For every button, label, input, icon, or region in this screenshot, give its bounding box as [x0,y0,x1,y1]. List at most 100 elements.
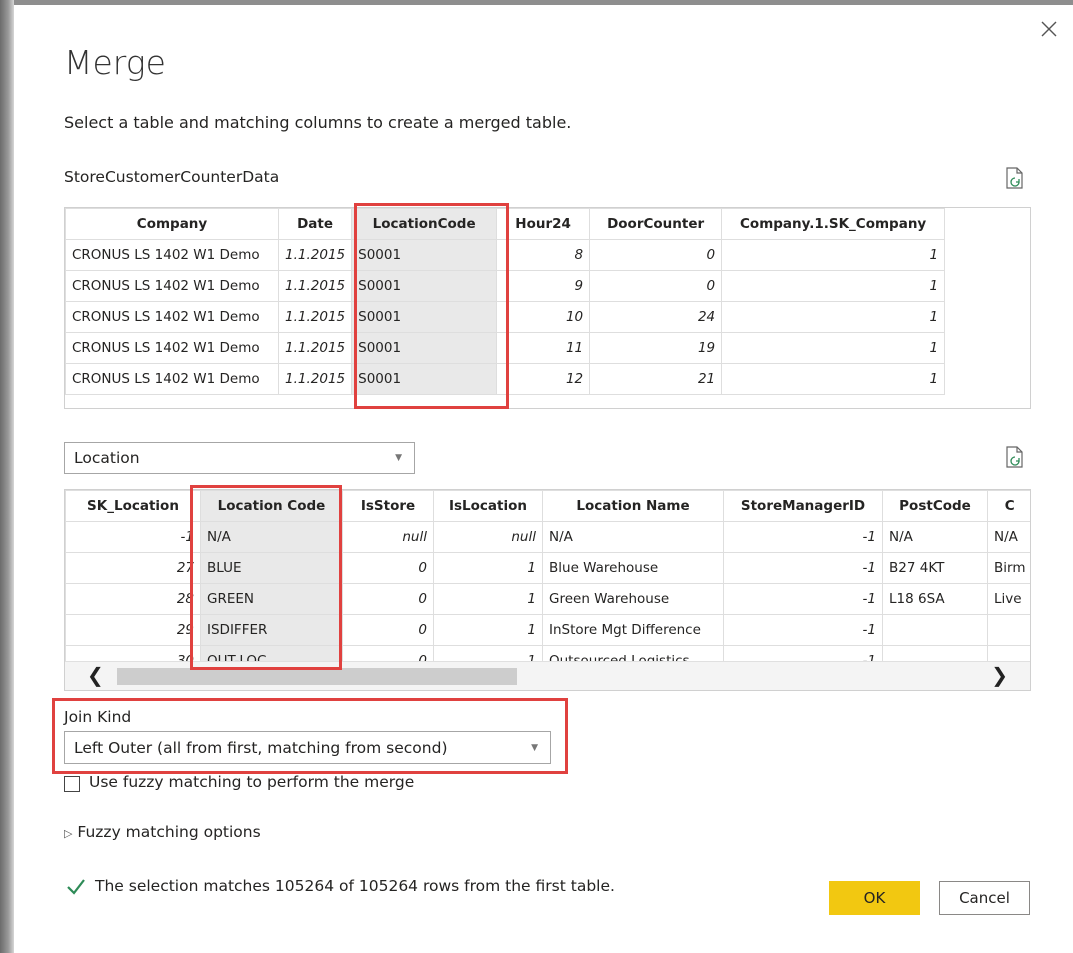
table-cell: 30 [65,645,201,662]
close-icon[interactable] [1039,19,1059,39]
expand-triangle-icon: ▷ [64,827,73,840]
join-kind-label: Join Kind [64,708,132,726]
join-kind-value: Left Outer (all from first, matching fro… [74,738,448,757]
second-table-header-location-name[interactable]: Location Name [542,490,724,522]
second-table-header-postcode[interactable]: PostCode [882,490,988,522]
table-cell: -1 [723,645,883,662]
table-cell: 1 [433,583,543,615]
match-status-text: The selection matches 105264 of 105264 r… [95,877,615,895]
second-table-dropdown[interactable]: Location ▼ [64,442,415,474]
dialog-title: Merge [64,43,166,82]
scroll-left-icon[interactable]: ❮ [87,663,104,687]
first-table: Company Date LocationCode Hour24 DoorCounter… [65,208,946,395]
table-cell: GREEN [200,583,343,615]
table-row: 29 ISDIFFER 0 1 InStore Mgt Difference -1 [65,614,1030,646]
table-cell: 0 [342,614,434,646]
table-cell: 1 [721,239,946,271]
table-cell: 0 [589,270,723,302]
table-cell: 19 [589,332,723,364]
table-cell: 9 [496,270,591,302]
table-cell: 8 [496,239,591,271]
table-cell: Outsourced Logistics [542,645,724,662]
second-table-dropdown-value: Location [74,449,140,467]
second-table-header-sk-location[interactable]: SK_Location [65,490,201,522]
second-table-header-storemanagerid[interactable]: StoreManagerID [723,490,883,522]
join-kind-dropdown[interactable]: Left Outer (all from first, matching fro… [64,731,551,764]
table-cell: 10 [496,301,591,333]
table-cell: Blue Warehouse [542,552,724,584]
table-cell: S0001 [351,332,498,364]
scroll-right-icon[interactable]: ❯ [991,663,1008,687]
horizontal-scrollbar[interactable]: ❮ ❯ [65,661,1030,690]
table-cell: 1.1.2015 [277,332,353,364]
table-cell: InStore Mgt Difference [542,614,724,646]
table-cell: 1 [721,301,946,333]
first-table-header-date[interactable]: Date [277,208,353,240]
table-row: CRONUS LS 1402 W1 Demo 1.1.2015 S0001 8 0 1 [65,239,946,271]
scrollbar-thumb[interactable] [117,668,517,685]
table-cell: 1.1.2015 [277,363,353,395]
table-cell: CRONUS LS 1402 W1 Demo [65,270,279,302]
table-cell: Green Warehouse [542,583,724,615]
table-cell: N/A [200,521,343,553]
first-table-name: StoreCustomerCounterData [64,168,280,186]
window-left-edge [0,0,14,953]
table-cell: -1 [723,521,883,553]
chevron-down-icon: ▼ [531,742,538,753]
table-cell [986,614,1030,646]
first-table-header-hour24[interactable]: Hour24 [496,208,591,240]
table-cell: Birm [986,552,1030,584]
first-table-header-locationcode[interactable]: LocationCode [351,208,498,240]
table-cell: N/A [542,521,724,553]
table-cell: 1.1.2015 [277,270,353,302]
table-cell: CRONUS LS 1402 W1 Demo [65,363,279,395]
table-cell: 27 [65,552,201,584]
table-row: CRONUS LS 1402 W1 Demo 1.1.2015 S0001 11 19 1 [65,332,946,364]
second-table-header-isstore[interactable]: IsStore [342,490,434,522]
table-cell [882,645,988,662]
table-cell: -1 [723,552,883,584]
second-table-header-c[interactable]: C [986,490,1030,522]
fuzzy-matching-options-toggle[interactable]: ▷ Fuzzy matching options [64,823,261,841]
table-cell: N/A [882,521,988,553]
table-cell: B27 4KT [882,552,988,584]
table-cell: 1 [721,270,946,302]
cancel-button[interactable]: Cancel [939,881,1030,915]
second-table-preview: SK_Location Location Code IsStore IsLocatio… [64,489,1031,691]
table-cell: S0001 [351,363,498,395]
table-cell: L18 6SA [882,583,988,615]
first-table-header-company-1-sk-company[interactable]: Company.1.SK_Company [721,208,946,240]
table-cell: -1 [65,521,201,553]
table-cell: null [433,521,543,553]
first-table-preview: Company Date LocationCode Hour24 DoorCounter… [64,207,1031,409]
dialog-subtitle: Select a table and matching columns to c… [64,113,572,132]
table-cell: N/A [986,521,1030,553]
first-table-header-company[interactable]: Company [65,208,279,240]
refresh-preview-icon-second[interactable] [1006,446,1024,468]
first-table-header-doorcounter[interactable]: DoorCounter [589,208,723,240]
table-cell: 24 [589,301,723,333]
ok-button[interactable]: OK [829,881,920,915]
table-cell: CRONUS LS 1402 W1 Demo [65,332,279,364]
table-cell: Live [986,583,1030,615]
table-cell: S0001 [351,239,498,271]
second-table-header-islocation[interactable]: IsLocation [433,490,543,522]
table-cell: 1 [433,552,543,584]
table-row: 28 GREEN 0 1 Green Warehouse -1 L18 6SA Live [65,583,1030,615]
table-row: -1 N/A null null N/A -1 N/A N/A [65,521,1030,553]
fuzzy-matching-checkbox[interactable] [64,776,80,792]
table-cell: 0 [589,239,723,271]
table-cell: 0 [342,552,434,584]
merge-dialog: Merge Select a table and matching column… [18,5,1073,953]
table-cell: 11 [496,332,591,364]
table-cell: 1 [721,332,946,364]
fuzzy-matching-label[interactable]: Use fuzzy matching to perform the merge [89,773,414,791]
refresh-preview-icon[interactable] [1006,167,1024,189]
table-cell [986,645,1030,662]
table-cell: ISDIFFER [200,614,343,646]
table-cell: 12 [496,363,591,395]
second-table-header-location-code[interactable]: Location Code [200,490,343,522]
table-cell: -1 [723,614,883,646]
table-cell: 1 [433,645,543,662]
table-row: CRONUS LS 1402 W1 Demo 1.1.2015 S0001 9 0 1 [65,270,946,302]
